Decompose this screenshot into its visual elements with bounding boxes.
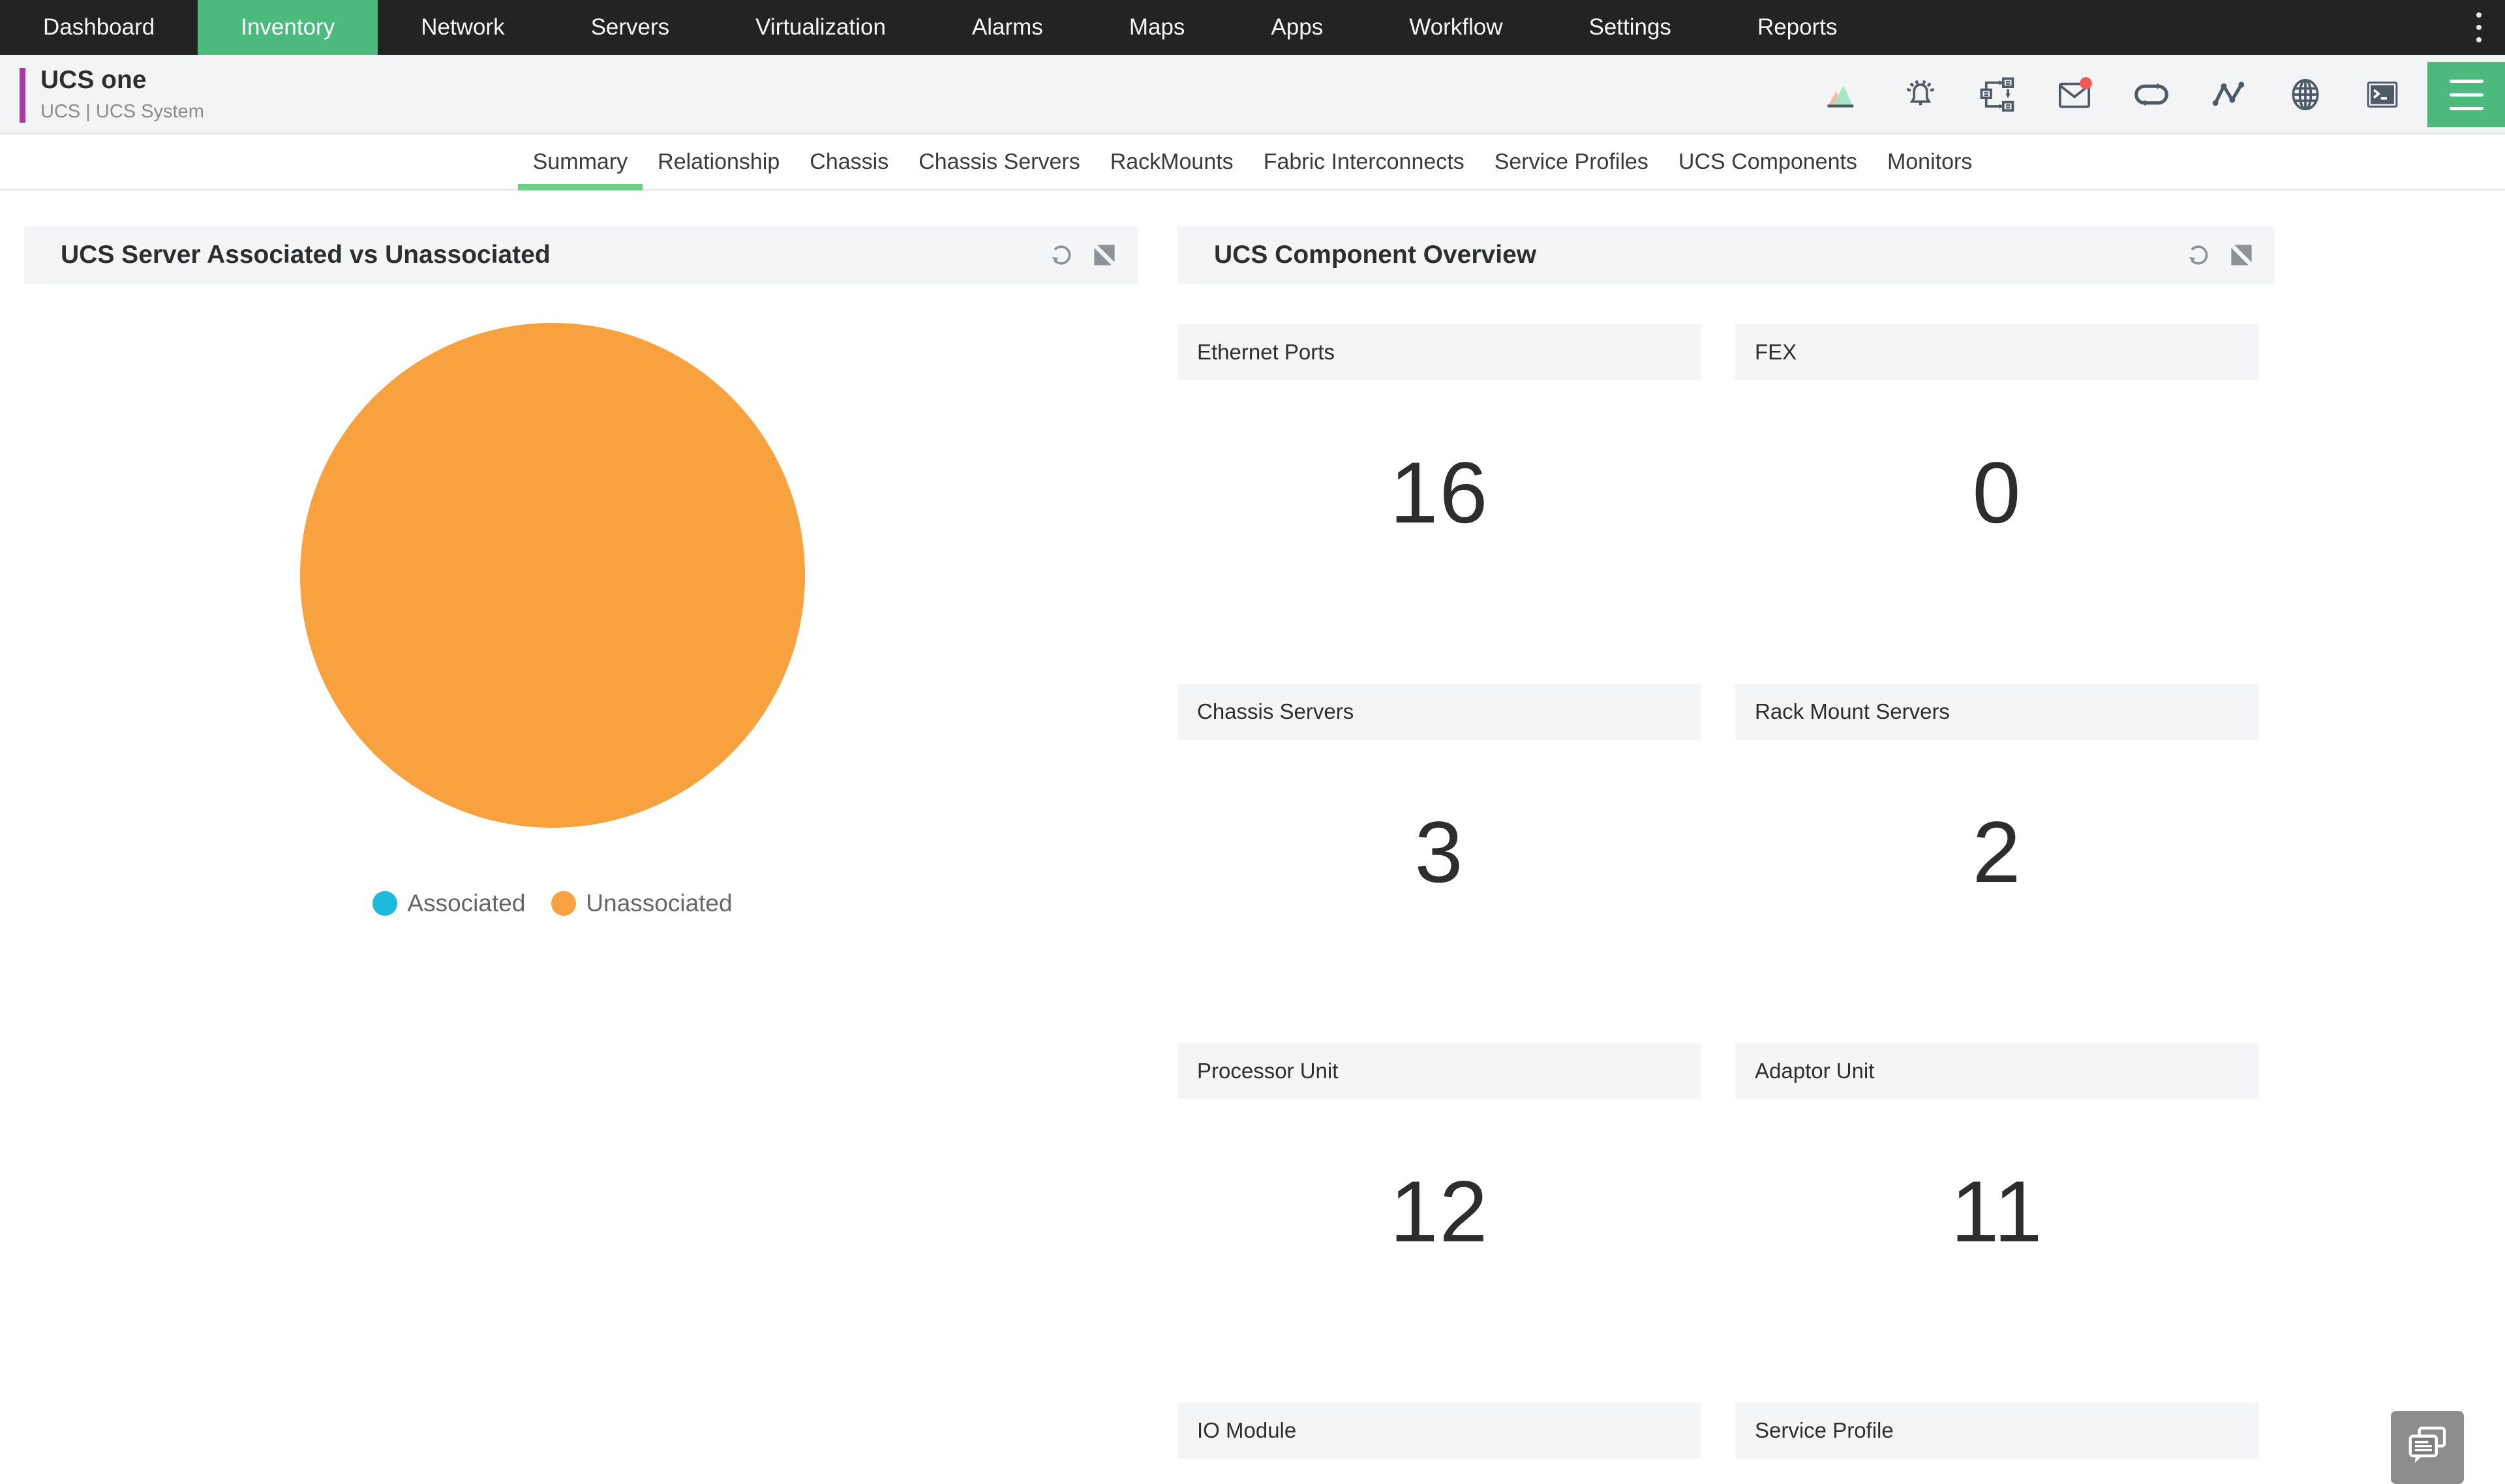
pie-panel: UCS Server Associated vs Unassociated As… [24, 226, 1138, 917]
card-value: 11 [1735, 1099, 2259, 1324]
nav-item-workflow[interactable]: Workflow [1366, 0, 1545, 55]
card-adaptor-unit[interactable]: Adaptor Unit 11 [1735, 1043, 2259, 1402]
nav-item-virtualization[interactable]: Virtualization [712, 0, 929, 55]
workflow-icon[interactable] [1979, 76, 2016, 113]
nav-item-settings[interactable]: Settings [1545, 0, 1714, 55]
overview-panel: UCS Component Overview Ethernet Ports 16 [1177, 226, 2275, 1460]
legend-entry-unassociated[interactable]: Unassociated [551, 890, 732, 917]
card-value: 3 [1177, 740, 1701, 965]
pie-panel-header: UCS Server Associated vs Unassociated [24, 226, 1138, 284]
card-label: Service Profile [1735, 1402, 2259, 1459]
hamburger-menu-button[interactable] [2427, 62, 2505, 127]
card-label: FEX [1735, 324, 2259, 380]
nav-item-apps[interactable]: Apps [1228, 0, 1366, 55]
card-value: 0 [1735, 380, 2259, 605]
refresh-icon[interactable] [2183, 240, 2213, 270]
chat-button[interactable] [2391, 1411, 2464, 1484]
device-accent-bar [20, 68, 25, 123]
tab-ucs-components[interactable]: UCS Components [1663, 134, 1872, 189]
tab-chassis-servers[interactable]: Chassis Servers [903, 134, 1095, 189]
pie-chart[interactable] [300, 323, 805, 828]
nav-item-servers[interactable]: Servers [548, 0, 713, 55]
card-label: Adaptor Unit [1735, 1043, 2259, 1099]
card-label: Rack Mount Servers [1735, 684, 2259, 740]
card-io-module[interactable]: IO Module [1177, 1402, 1701, 1460]
tab-bar: Summary Relationship Chassis Chassis Ser… [0, 134, 2505, 190]
nav-item-reports[interactable]: Reports [1714, 0, 1881, 55]
top-nav: Dashboard Inventory Network Servers Virt… [0, 0, 2505, 55]
nav-item-network[interactable]: Network [378, 0, 547, 55]
card-value: 2 [1735, 740, 2259, 965]
performance-chart-icon[interactable] [1825, 76, 1862, 113]
card-value: 16 [1177, 380, 1701, 605]
nav-item-alarms[interactable]: Alarms [929, 0, 1086, 55]
legend-label: Associated [407, 890, 525, 917]
overview-panel-header: UCS Component Overview [1177, 226, 2275, 284]
overflow-menu-icon[interactable] [2476, 12, 2482, 42]
card-value: 12 [1177, 1099, 1701, 1324]
pie-legend: Associated Unassociated [300, 890, 805, 917]
pie-panel-title: UCS Server Associated vs Unassociated [61, 241, 1033, 269]
chat-bubbles-icon [2406, 1423, 2449, 1466]
card-rack-mount-servers[interactable]: Rack Mount Servers 2 [1735, 684, 2259, 1043]
alarm-bell-icon[interactable] [1902, 76, 1939, 113]
card-processor-unit[interactable]: Processor Unit 12 [1177, 1043, 1701, 1402]
resize-icon[interactable] [2226, 240, 2256, 270]
globe-icon[interactable] [2287, 76, 2324, 113]
nav-item-maps[interactable]: Maps [1086, 0, 1228, 55]
card-label: Chassis Servers [1177, 684, 1701, 740]
nav-item-inventory[interactable]: Inventory [198, 0, 378, 55]
tab-relationship[interactable]: Relationship [643, 134, 795, 189]
card-fex[interactable]: FEX 0 [1735, 324, 2259, 684]
card-chassis-servers[interactable]: Chassis Servers 3 [1177, 684, 1701, 1043]
tab-rackmounts[interactable]: RackMounts [1095, 134, 1249, 189]
card-ethernet-ports[interactable]: Ethernet Ports 16 [1177, 324, 1701, 684]
device-title: UCS one [40, 66, 204, 95]
card-label: Ethernet Ports [1177, 324, 1701, 380]
mail-unread-icon[interactable] [2056, 76, 2093, 113]
resize-icon[interactable] [1089, 240, 1119, 270]
legend-entry-associated[interactable]: Associated [372, 890, 525, 917]
tab-summary[interactable]: Summary [518, 134, 643, 189]
legend-swatch [372, 891, 397, 916]
refresh-icon[interactable] [1046, 240, 1076, 270]
card-value [1735, 1459, 2259, 1460]
card-service-profile[interactable]: Service Profile [1735, 1402, 2259, 1460]
tab-monitors[interactable]: Monitors [1872, 134, 1987, 189]
device-subtitle: UCS | UCS System [40, 101, 204, 123]
tab-service-profiles[interactable]: Service Profiles [1480, 134, 1663, 189]
overview-panel-title: UCS Component Overview [1214, 241, 2170, 269]
legend-swatch [551, 891, 576, 916]
sync-loop-icon[interactable] [2133, 76, 2170, 113]
component-cards-grid: Ethernet Ports 16 FEX 0 Chassis Servers … [1177, 324, 2275, 1460]
device-toolbar [1825, 55, 2401, 134]
card-label: Processor Unit [1177, 1043, 1701, 1099]
nav-item-dashboard[interactable]: Dashboard [0, 0, 198, 55]
legend-label: Unassociated [586, 890, 732, 917]
card-value [1177, 1459, 1701, 1460]
device-header-bar: UCS one UCS | UCS System [0, 55, 2505, 134]
line-graph-icon[interactable] [2210, 76, 2247, 113]
tab-fabric-interconnects[interactable]: Fabric Interconnects [1249, 134, 1480, 189]
tab-chassis[interactable]: Chassis [795, 134, 903, 189]
content-area: UCS Server Associated vs Unassociated As… [0, 190, 2505, 1460]
card-label: IO Module [1177, 1402, 1701, 1459]
terminal-icon[interactable] [2364, 76, 2401, 113]
